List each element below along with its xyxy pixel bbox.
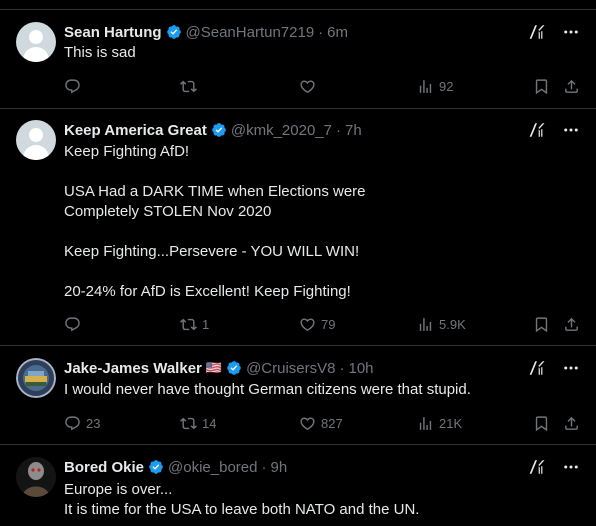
grok-icon[interactable]	[528, 121, 546, 139]
share-icon	[563, 78, 580, 95]
retweet-count: 1	[202, 316, 210, 332]
reply-button[interactable]	[64, 314, 86, 334]
verified-badge-icon	[211, 122, 227, 138]
verified-badge-icon	[166, 24, 182, 40]
grok-icon[interactable]	[528, 458, 546, 476]
tweet-text: I would never have thought German citize…	[64, 381, 471, 398]
author-name[interactable]: Sean Hartung	[64, 24, 162, 41]
verified-badge-icon	[148, 459, 164, 475]
like-button[interactable]	[299, 76, 321, 96]
tweet-text: This is sad	[64, 44, 136, 61]
bookmark-icon	[533, 316, 550, 333]
tweet-actions: 1 79 5.9K	[64, 314, 584, 334]
us-flag-icon: 🇺🇸	[205, 360, 223, 375]
bookmark-button[interactable]	[533, 76, 550, 96]
separator-dot: ·	[339, 359, 345, 377]
tweet-text: Keep Fighting AfD! USA Had a DARK TIME w…	[64, 143, 366, 300]
reply-button[interactable]: 23	[64, 413, 100, 433]
author-name[interactable]: Bored Okie	[64, 459, 144, 476]
author-handle[interactable]: @CruisersV8	[246, 360, 335, 377]
separator-dot: ·	[335, 121, 341, 139]
tweet-time[interactable]: 9h	[270, 459, 287, 476]
avatar[interactable]	[16, 457, 56, 497]
tweet-header: Jake-James Walker 🇺🇸 @CruisersV8 · 10h	[64, 358, 374, 378]
tweet-header: Bored Okie @okie_bored · 9h	[64, 457, 287, 477]
share-icon	[563, 316, 580, 333]
tweet-top-actions	[528, 23, 580, 41]
reply-count: 23	[86, 415, 101, 431]
more-options-icon[interactable]	[562, 23, 580, 41]
tweet-top-actions	[528, 359, 580, 377]
tweet-time[interactable]: 7h	[345, 122, 362, 139]
tweet[interactable]: Jake-James Walker 🇺🇸 @CruisersV8 · 10h I…	[0, 346, 596, 445]
views-button[interactable]: 92	[417, 76, 453, 96]
view-count: 5.9K	[439, 316, 466, 332]
retweet-icon	[180, 415, 197, 432]
tweet-top-actions	[528, 121, 580, 139]
share-icon	[563, 415, 580, 432]
views-button[interactable]: 5.9K	[417, 314, 466, 334]
author-name[interactable]: Keep America Great	[64, 122, 207, 139]
like-button[interactable]: 79	[299, 314, 335, 334]
author-handle[interactable]: @kmk_2020_7	[231, 122, 332, 139]
tweet-time[interactable]: 6m	[327, 24, 348, 41]
reply-button[interactable]	[64, 76, 86, 96]
author-handle[interactable]: @okie_bored	[168, 459, 257, 476]
more-options-icon[interactable]	[562, 359, 580, 377]
verified-badge-icon	[226, 360, 242, 376]
tweet-text: Europe is over... It is time for the USA…	[64, 481, 420, 518]
grok-icon[interactable]	[528, 23, 546, 41]
tweet-actions: 92	[64, 76, 584, 96]
like-count: 827	[321, 415, 343, 431]
tweet[interactable]: Keep America Great @kmk_2020_7 · 7h Keep…	[0, 108, 596, 346]
separator-dot: ·	[261, 458, 267, 476]
retweet-button[interactable]	[180, 76, 202, 96]
reply-icon	[64, 316, 81, 333]
bookmark-button[interactable]	[533, 314, 550, 334]
like-button[interactable]: 827	[299, 413, 343, 433]
avatar[interactable]	[16, 120, 56, 160]
like-count: 79	[321, 316, 336, 332]
tweet[interactable]: Bored Okie @okie_bored · 9h Europe is ov…	[0, 445, 596, 526]
share-button[interactable]	[563, 314, 580, 334]
view-count: 21K	[439, 415, 463, 431]
view-count: 92	[439, 78, 454, 94]
share-button[interactable]	[563, 413, 580, 433]
like-icon	[299, 78, 316, 95]
avatar[interactable]	[16, 22, 56, 62]
avatar[interactable]	[16, 358, 56, 398]
like-icon	[299, 316, 316, 333]
views-icon	[417, 415, 434, 432]
views-icon	[417, 316, 434, 333]
bookmark-button[interactable]	[533, 413, 550, 433]
tweet-header: Sean Hartung @SeanHartun7219 · 6m	[64, 22, 348, 42]
retweet-icon	[180, 78, 197, 95]
views-icon	[417, 78, 434, 95]
bookmark-icon	[533, 78, 550, 95]
retweet-icon	[180, 316, 197, 333]
like-icon	[299, 415, 316, 432]
more-options-icon[interactable]	[562, 458, 580, 476]
retweet-count: 14	[202, 415, 217, 431]
share-button[interactable]	[563, 76, 580, 96]
tweet-header: Keep America Great @kmk_2020_7 · 7h	[64, 120, 362, 140]
reply-icon	[64, 78, 81, 95]
views-button[interactable]: 21K	[417, 413, 462, 433]
more-options-icon[interactable]	[562, 121, 580, 139]
grok-icon[interactable]	[528, 359, 546, 377]
author-name[interactable]: Jake-James Walker	[64, 360, 202, 377]
retweet-button[interactable]: 14	[180, 413, 216, 433]
author-handle[interactable]: @SeanHartun7219	[186, 24, 315, 41]
tweet-top-actions	[528, 458, 580, 476]
reply-icon	[64, 415, 81, 432]
tweet-actions: 23 14 827 21K	[64, 413, 584, 433]
tweet[interactable]: Sean Hartung @SeanHartun7219 · 6m This i…	[0, 9, 596, 109]
tweet-time[interactable]: 10h	[348, 360, 373, 377]
bookmark-icon	[533, 415, 550, 432]
retweet-button[interactable]: 1	[180, 314, 209, 334]
separator-dot: ·	[318, 23, 324, 41]
